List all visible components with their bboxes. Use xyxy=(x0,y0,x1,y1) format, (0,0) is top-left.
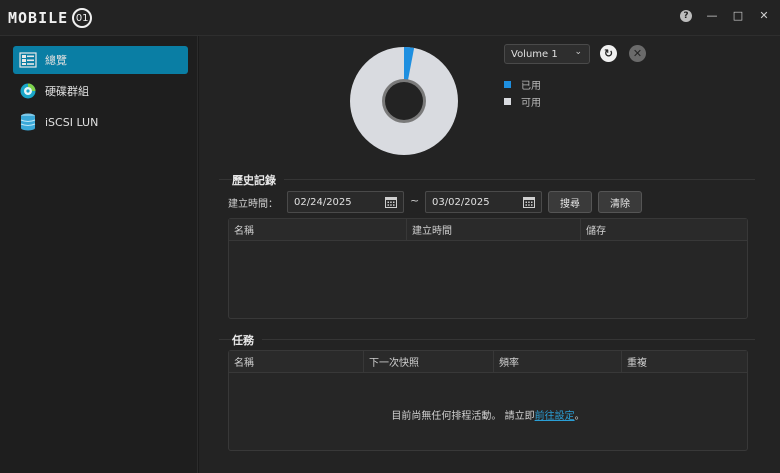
used-swatch xyxy=(504,81,511,88)
section-divider xyxy=(219,179,755,180)
end-date-value: 03/02/2025 xyxy=(432,196,490,208)
tasks-title: 任務 xyxy=(232,332,262,348)
start-date-value: 02/24/2025 xyxy=(294,196,352,208)
history-table: 名稱 建立時間 儲存 xyxy=(228,218,748,319)
available-swatch xyxy=(504,98,511,105)
main-panel: Volume 1 ⌄ ↻ ✕ 已用 可用 歷史記錄 建立時間： 02/24/20… xyxy=(199,36,780,473)
volume-select-value: Volume 1 xyxy=(511,48,558,60)
tasks-table: 名稱 下一次快照 頻率 重複 目前尚無任何排程活動。 請立即前往設定。 xyxy=(228,350,748,451)
window-controls: ? — □ ✕ xyxy=(680,10,770,22)
app-logo: MOBILE 01 xyxy=(8,7,93,29)
disk-group-icon xyxy=(19,82,37,100)
history-title: 歷史記錄 xyxy=(232,172,284,188)
sidebar-item-label: 硬碟群組 xyxy=(45,85,89,98)
legend-label: 可用 xyxy=(521,98,541,109)
volume-usage-chart xyxy=(350,47,458,155)
column-header[interactable]: 下一次快照 xyxy=(364,351,494,372)
column-header[interactable]: 重複 xyxy=(622,351,747,372)
chevron-down-icon: ⌄ xyxy=(574,47,582,57)
title-bar: MOBILE 01 ? — □ ✕ xyxy=(0,0,780,36)
column-header[interactable]: 名稱 xyxy=(229,351,364,372)
legend-available: 可用 xyxy=(504,93,541,110)
sidebar-item-iscsi-lun[interactable]: iSCSI LUN xyxy=(13,108,188,136)
clear-button[interactable]: 清除 xyxy=(598,191,642,213)
column-header[interactable]: 儲存 xyxy=(581,219,747,240)
empty-message-text: 目前尚無任何排程活動。 請立即 xyxy=(391,411,535,422)
clear-selection-button[interactable]: ✕ xyxy=(629,45,646,62)
sidebar: 總覽 硬碟群組 iSCSI LUN xyxy=(0,36,198,473)
column-header[interactable]: 名稱 xyxy=(229,219,407,240)
history-table-header: 名稱 建立時間 儲存 xyxy=(229,219,747,241)
legend-label: 已用 xyxy=(521,81,541,92)
date-range-separator: ~ xyxy=(410,194,420,207)
tasks-empty-message: 目前尚無任何排程活動。 請立即前往設定。 xyxy=(229,407,747,422)
calendar-icon[interactable] xyxy=(385,196,397,208)
calendar-icon[interactable] xyxy=(523,196,535,208)
logo-badge: 01 xyxy=(72,8,93,28)
volume-select[interactable]: Volume 1 ⌄ xyxy=(504,44,590,64)
column-header[interactable]: 頻率 xyxy=(494,351,622,372)
refresh-icon: ↻ xyxy=(603,47,614,60)
database-icon xyxy=(19,113,37,131)
go-to-settings-link[interactable]: 前往設定 xyxy=(535,411,575,422)
empty-message-suffix: 。 xyxy=(574,411,585,422)
maximize-icon[interactable]: □ xyxy=(732,10,744,22)
legend-used: 已用 xyxy=(504,76,541,93)
end-date-input[interactable]: 03/02/2025 xyxy=(425,191,542,213)
minimize-icon[interactable]: — xyxy=(706,10,718,22)
logo-text: MOBILE xyxy=(8,9,69,27)
refresh-button[interactable]: ↻ xyxy=(600,45,617,62)
overview-icon xyxy=(19,51,37,69)
column-header[interactable]: 建立時間 xyxy=(407,219,581,240)
sidebar-item-label: 總覽 xyxy=(45,54,67,67)
start-date-input[interactable]: 02/24/2025 xyxy=(287,191,404,213)
date-label: 建立時間： xyxy=(228,199,278,210)
chart-legend: 已用 可用 xyxy=(504,76,541,110)
donut-hole xyxy=(385,82,423,120)
close-icon: ✕ xyxy=(632,47,643,60)
help-icon[interactable]: ? xyxy=(680,10,692,22)
sidebar-item-disk-group[interactable]: 硬碟群組 xyxy=(13,77,188,105)
close-icon[interactable]: ✕ xyxy=(758,10,770,22)
sidebar-item-overview[interactable]: 總覽 xyxy=(13,46,188,74)
tasks-table-header: 名稱 下一次快照 頻率 重複 xyxy=(229,351,747,373)
search-button[interactable]: 搜尋 xyxy=(548,191,592,213)
section-divider xyxy=(219,339,755,340)
sidebar-item-label: iSCSI LUN xyxy=(45,115,99,129)
